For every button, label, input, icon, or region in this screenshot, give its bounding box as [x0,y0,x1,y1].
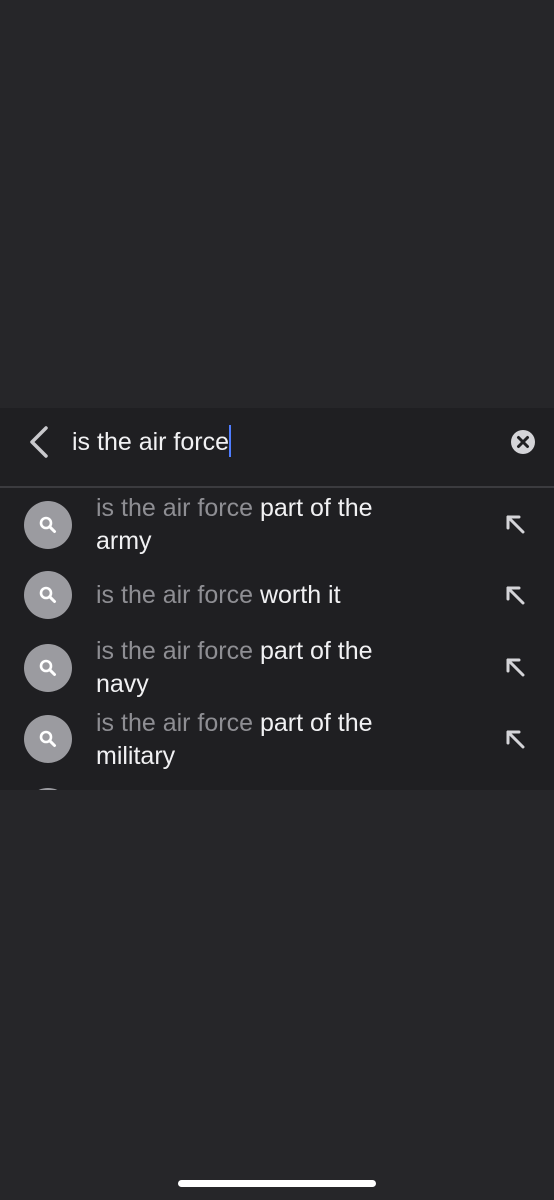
arrow-up-left-icon [506,586,525,605]
arrow-up-left-icon [506,730,525,749]
search-input[interactable]: is the air force [72,425,232,459]
suggestion-text: is the air force part of the military [96,707,426,773]
search-icon [24,501,72,549]
suggestion-item[interactable]: is the air force part of the army [0,492,554,558]
suggestion-item[interactable]: is the air force part of the military [0,707,554,773]
search-suggestions-panel: is the air force is the air force part o… [0,408,554,790]
fill-query-button[interactable] [503,512,529,538]
arrow-up-left-icon [506,515,525,534]
suggestion-text: is the air force part of the navy [96,635,426,701]
suggestion-completion: worth it [259,581,341,609]
search-icon [24,715,72,763]
search-query-text: is the air force [72,428,230,456]
screen: is the air force is the air force part o… [0,0,554,1200]
suggestion-text: is the air force worth it [96,579,426,612]
search-icon [24,571,72,619]
suggestion-prefix: is the air force [96,494,254,522]
back-button[interactable] [22,422,58,462]
text-caret [229,425,232,457]
suggestion-text: is the air force part of the army [96,492,426,558]
fill-query-button[interactable] [503,583,529,609]
fill-query-button[interactable] [503,655,529,681]
chevron-left-icon [30,426,48,458]
clear-search-button[interactable] [510,429,536,455]
suggestion-item[interactable]: is the air force part of the navy [0,635,554,701]
arrow-up-left-icon [506,658,525,677]
search-icon [24,788,72,790]
suggestion-item[interactable]: is the air force worth it [0,571,554,621]
search-divider [0,486,554,488]
home-indicator[interactable] [178,1180,376,1187]
suggestion-prefix: is the air force [96,581,254,609]
clear-x-circle-icon [511,430,535,454]
suggestion-prefix: is the air force [96,637,254,665]
search-bar: is the air force [0,408,554,486]
fill-query-button[interactable] [503,727,529,753]
suggestion-prefix: is the air force [96,709,254,737]
search-icon [24,644,72,692]
